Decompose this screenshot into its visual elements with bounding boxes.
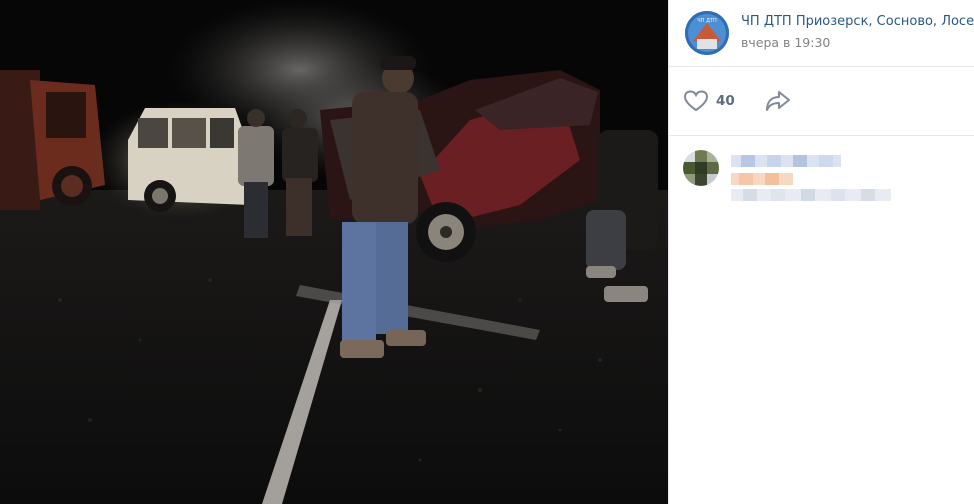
post-photo[interactable] <box>0 0 668 504</box>
comments-section <box>669 136 974 436</box>
pixelation-block <box>731 155 841 167</box>
like-count: 40 <box>716 93 735 109</box>
group-avatar[interactable]: ЧП ДТП <box>685 11 729 55</box>
post-timestamp[interactable]: вчера в 19:30 <box>741 35 830 50</box>
pixelation-block <box>731 189 891 201</box>
comment-author-avatar[interactable] <box>683 150 719 186</box>
heart-icon <box>683 90 709 112</box>
post-header: ЧП ДТП ЧП ДТП Приозерск, Сосново, Лосе в… <box>669 0 974 67</box>
share-button[interactable] <box>763 87 793 115</box>
pixelation-block <box>731 173 793 185</box>
post-actions: 40 <box>669 67 974 136</box>
accident-scene-image <box>0 0 668 504</box>
comment-text-pixelated <box>731 186 891 201</box>
like-button[interactable]: 40 <box>683 88 735 114</box>
group-logo-icon: ЧП ДТП <box>685 11 729 55</box>
comment-item <box>683 150 963 210</box>
comment-reply-pixelated <box>731 170 793 185</box>
post-sidebar: ЧП ДТП ЧП ДТП Приозерск, Сосново, Лосе в… <box>668 0 974 504</box>
share-arrow-icon <box>766 91 790 111</box>
group-name-link[interactable]: ЧП ДТП Приозерск, Сосново, Лосе <box>741 14 974 29</box>
svg-text:ЧП ДТП: ЧП ДТП <box>697 18 717 24</box>
comment-author-name-pixelated <box>731 152 841 167</box>
pixelated-avatar-icon <box>683 150 719 186</box>
